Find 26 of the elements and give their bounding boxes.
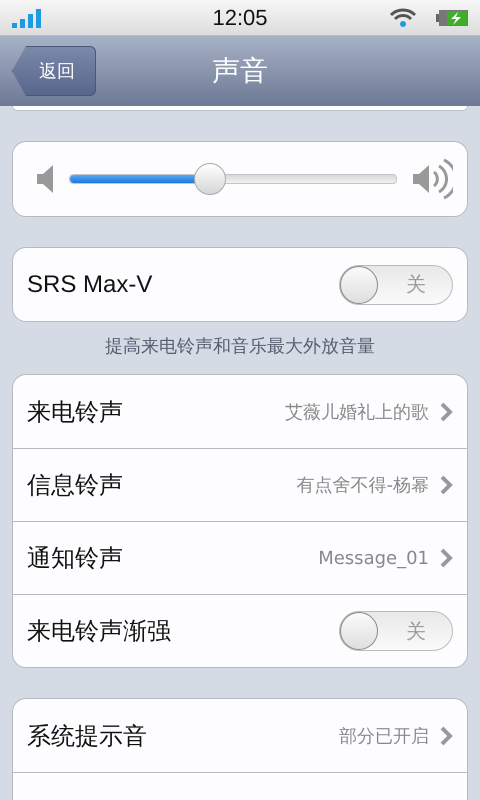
page-title: 声音 (212, 53, 268, 89)
speaker-low-icon (37, 164, 53, 194)
speaker-high-icon (413, 157, 453, 201)
setting-label: 信息铃声 (27, 470, 124, 501)
chevron-icon (439, 547, 453, 569)
setting-value: 部分已开启 (339, 724, 429, 748)
chevron-icon (439, 400, 453, 422)
setting-label: 来电铃声渐强 (27, 616, 172, 647)
caption-text: 提高来电铃声和音乐最大外放音量 (104, 335, 376, 358)
list-item[interactable]: 信息铃声 有点舍不得-杨幂 (13, 448, 467, 521)
back-button[interactable]: 返回 (12, 46, 96, 96)
clock-time: 12:05 (212, 4, 268, 30)
setting-label: 通知铃声 (27, 543, 124, 574)
wifi-icon (390, 8, 416, 28)
list-item[interactable]: 来电铃声 艾薇儿婚礼上的歌 (13, 375, 467, 448)
setting-label: SRS Max-V (27, 270, 154, 298)
chevron-icon (439, 474, 453, 496)
setting-value: 艾薇儿婚礼上的歌 (285, 400, 429, 424)
setting-value: 有点舍不得-杨幂 (296, 474, 429, 497)
chevron-icon (439, 724, 453, 746)
list-item[interactable]: 通知铃声 Message_01 (13, 521, 467, 594)
setting-label: 来电铃声 (27, 396, 124, 428)
setting-label: 系统提示音 (27, 720, 148, 752)
battery-icon (436, 8, 468, 26)
slider-thumb[interactable] (194, 163, 226, 195)
setting-value: Message_01 (318, 548, 429, 568)
